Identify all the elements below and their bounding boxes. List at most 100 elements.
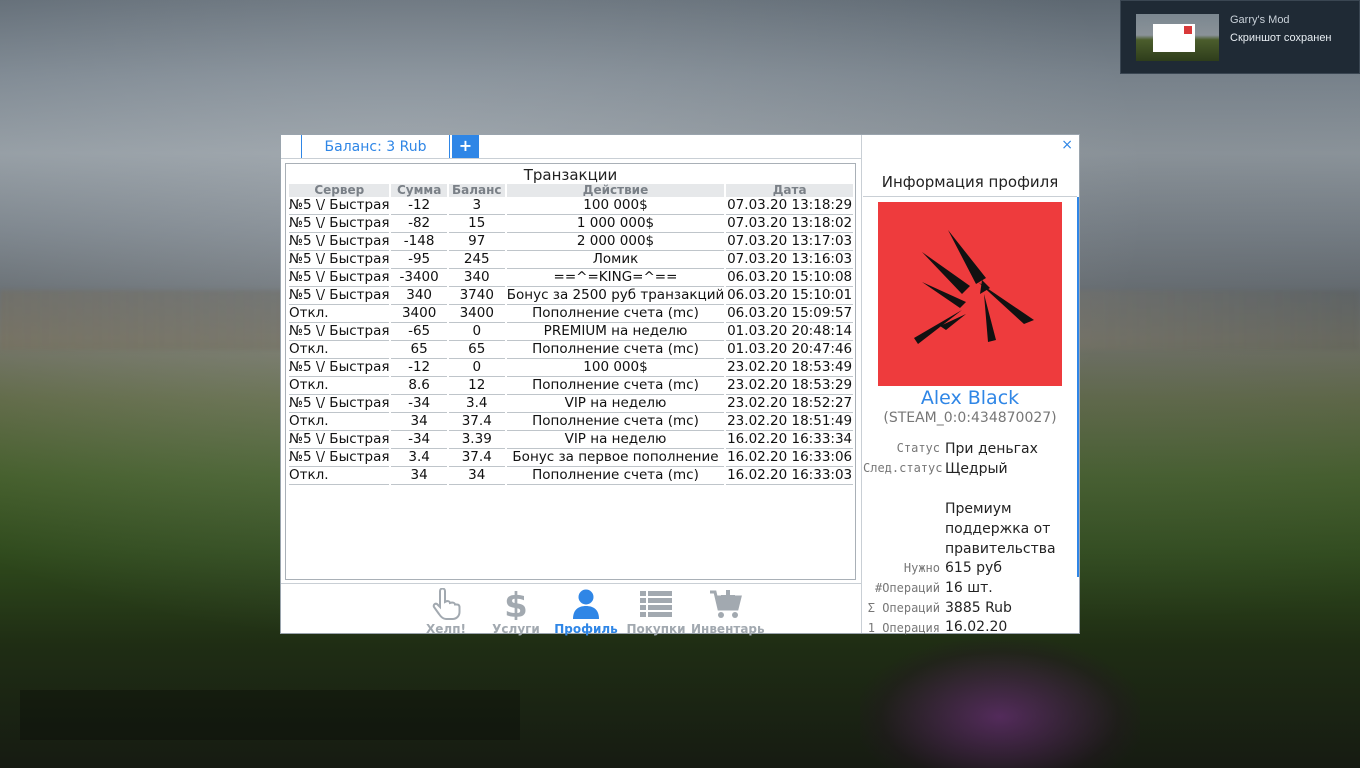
cell-server: Откл.	[289, 467, 390, 485]
background-hud	[20, 690, 520, 740]
cell-amount: -95	[391, 251, 447, 269]
cell-amount: -34	[391, 431, 447, 449]
need-value: 615 руб	[945, 560, 1002, 576]
cell-action: 2 000 000$	[506, 233, 725, 251]
tab-divider	[281, 158, 861, 159]
screenshot-thumbnail	[1136, 14, 1219, 61]
profile-name[interactable]: Alex Black	[863, 387, 1077, 409]
cart-plus-icon	[710, 590, 742, 618]
cell-server: №5 \/ Быстрая	[289, 251, 390, 269]
cell-server: №5 \/ Быстрая	[289, 395, 390, 413]
cell-balance: 3.39	[448, 431, 505, 449]
table-row[interactable]: №5 \/ Быстрая 3.4 37.4 Бонус за первое попо…	[289, 449, 853, 467]
table-row[interactable]: Откл. 8.6 12 Пополнение счета (mc) 23.02.20 …	[289, 377, 853, 395]
next-status-description: Премиум поддержка от правительства	[945, 501, 1056, 557]
nav-purchases-label: Покупки	[626, 622, 686, 636]
cell-action: Пополнение счета (mc)	[506, 413, 725, 431]
cell-server: Откл.	[289, 377, 390, 395]
cell-server: №5 \/ Быстрая	[289, 287, 390, 305]
table-row[interactable]: №5 \/ Быстрая -12 0 100 000$ 23.02.20 18:53:…	[289, 359, 853, 377]
column-header-action[interactable]: Действие	[506, 184, 725, 197]
table-row[interactable]: Откл. 34 34 Пополнение счета (mc) 16.02.20 1…	[289, 467, 853, 485]
cell-balance: 37.4	[448, 449, 505, 467]
cell-action: Пополнение счета (mc)	[506, 377, 725, 395]
steam-notification[interactable]: Garry's Mod Скриншот сохранен	[1120, 0, 1360, 74]
table-row[interactable]: №5 \/ Быстрая 340 3740 Бонус за 2500 руб тр…	[289, 287, 853, 305]
cell-balance: 65	[448, 341, 505, 359]
status-value: При деньгах	[945, 441, 1038, 457]
nav-services[interactable]: $ Услуги	[481, 585, 551, 636]
profile-scrollbar[interactable]	[1077, 197, 1079, 577]
table-row[interactable]: Откл. 65 65 Пополнение счета (mc) 01.03.20 2…	[289, 341, 853, 359]
ops-count-value: 16 шт.	[945, 580, 993, 596]
cell-balance: 3	[448, 197, 505, 215]
cell-balance: 34	[448, 467, 505, 485]
table-row[interactable]: №5 \/ Быстрая -12 3 100 000$ 07.03.20 13:18:…	[289, 197, 853, 215]
nav-divider	[281, 583, 861, 584]
cell-amount: -82	[391, 215, 447, 233]
cell-action: 1 000 000$	[506, 215, 725, 233]
cell-date: 23.02.20 18:51:49	[726, 413, 853, 431]
cell-server: №5 \/ Быстрая	[289, 269, 390, 287]
cell-date: 07.03.20 13:16:03	[726, 251, 853, 269]
cell-action: Пополнение счета (mc)	[506, 341, 725, 359]
cell-date: 16.02.20 16:33:34	[726, 431, 853, 449]
nav-profile[interactable]: Профиль	[551, 585, 621, 636]
table-row[interactable]: №5 \/ Быстрая -3400 340 ==^=KING=^== 06.03.2…	[289, 269, 853, 287]
need-label: Нужно	[903, 561, 940, 575]
cell-date: 06.03.20 15:10:01	[726, 287, 853, 305]
table-row[interactable]: Откл. 3400 3400 Пополнение счета (mc) 06.03.…	[289, 305, 853, 323]
cell-balance: 340	[448, 269, 505, 287]
table-row[interactable]: №5 \/ Быстрая -65 0 PREMIUM на неделю 01.03.…	[289, 323, 853, 341]
ops-sum-label: Σ Операций	[867, 601, 940, 615]
table-header-row: Сервер Сумма Баланс Действие Дата	[289, 184, 853, 197]
table-row[interactable]: №5 \/ Быстрая -148 97 2 000 000$ 07.03.20 13…	[289, 233, 853, 251]
next-status-label: След.статус	[863, 461, 943, 475]
cell-server: №5 \/ Быстрая	[289, 215, 390, 233]
close-icon[interactable]: ×	[1061, 137, 1073, 153]
transactions-panel: Транзакции Сервер Сумма Баланс Действие …	[285, 163, 856, 580]
table-row[interactable]: №5 \/ Быстрая -34 3.39 VIP на неделю 16.02.2…	[289, 431, 853, 449]
cell-action: PREMIUM на неделю	[506, 323, 725, 341]
column-header-date[interactable]: Дата	[726, 184, 853, 197]
cell-date: 16.02.20 16:33:03	[726, 467, 853, 485]
avatar	[878, 202, 1062, 386]
cell-balance: 3740	[448, 287, 505, 305]
cell-balance: 97	[448, 233, 505, 251]
cell-balance: 0	[448, 359, 505, 377]
cell-date: 07.03.20 13:17:03	[726, 233, 853, 251]
notification-message: Скриншот сохранен	[1230, 32, 1332, 44]
nav-help[interactable]: Хелп!	[411, 585, 481, 636]
cell-amount: 3400	[391, 305, 447, 323]
column-header-amount[interactable]: Сумма	[391, 184, 447, 197]
cell-amount: 8.6	[391, 377, 447, 395]
table-row[interactable]: №5 \/ Быстрая -34 3.4 VIP на неделю 23.02.20…	[289, 395, 853, 413]
cell-server: №5 \/ Быстрая	[289, 323, 390, 341]
list-icon	[640, 591, 672, 617]
table-row[interactable]: Откл. 34 37.4 Пополнение счета (mc) 23.02.20…	[289, 413, 853, 431]
column-header-server[interactable]: Сервер	[289, 184, 390, 197]
table-row[interactable]: №5 \/ Быстрая -82 15 1 000 000$ 07.03.20 13:…	[289, 215, 853, 233]
background-weapon	[860, 640, 1140, 768]
nav-inventory[interactable]: Инвентарь	[691, 585, 765, 636]
cell-server: №5 \/ Быстрая	[289, 359, 390, 377]
cell-date: 07.03.20 13:18:02	[726, 215, 853, 233]
avatar-logo-icon	[914, 230, 1034, 344]
cell-balance: 3.4	[448, 395, 505, 413]
cell-server: №5 \/ Быстрая	[289, 449, 390, 467]
cell-server: Откл.	[289, 413, 390, 431]
nav-purchases[interactable]: Покупки	[621, 585, 691, 636]
profile-title-divider	[863, 196, 1077, 197]
balance-tab[interactable]: Баланс: 3 Rub	[301, 135, 450, 158]
profile-steam-id: (STEAM_0:0:434870027)	[883, 410, 1057, 426]
cell-amount: -148	[391, 233, 447, 251]
cell-action: Пополнение счета (mc)	[506, 305, 725, 323]
table-row[interactable]: №5 \/ Быстрая -95 245 Ломик 07.03.20 13:16:0…	[289, 251, 853, 269]
cell-server: №5 \/ Быстрая	[289, 197, 390, 215]
cell-balance: 0	[448, 323, 505, 341]
cell-amount: 34	[391, 467, 447, 485]
column-header-balance[interactable]: Баланс	[448, 184, 505, 197]
cell-date: 06.03.20 15:09:57	[726, 305, 853, 323]
add-balance-button[interactable]: +	[452, 135, 479, 158]
cell-amount: -65	[391, 323, 447, 341]
